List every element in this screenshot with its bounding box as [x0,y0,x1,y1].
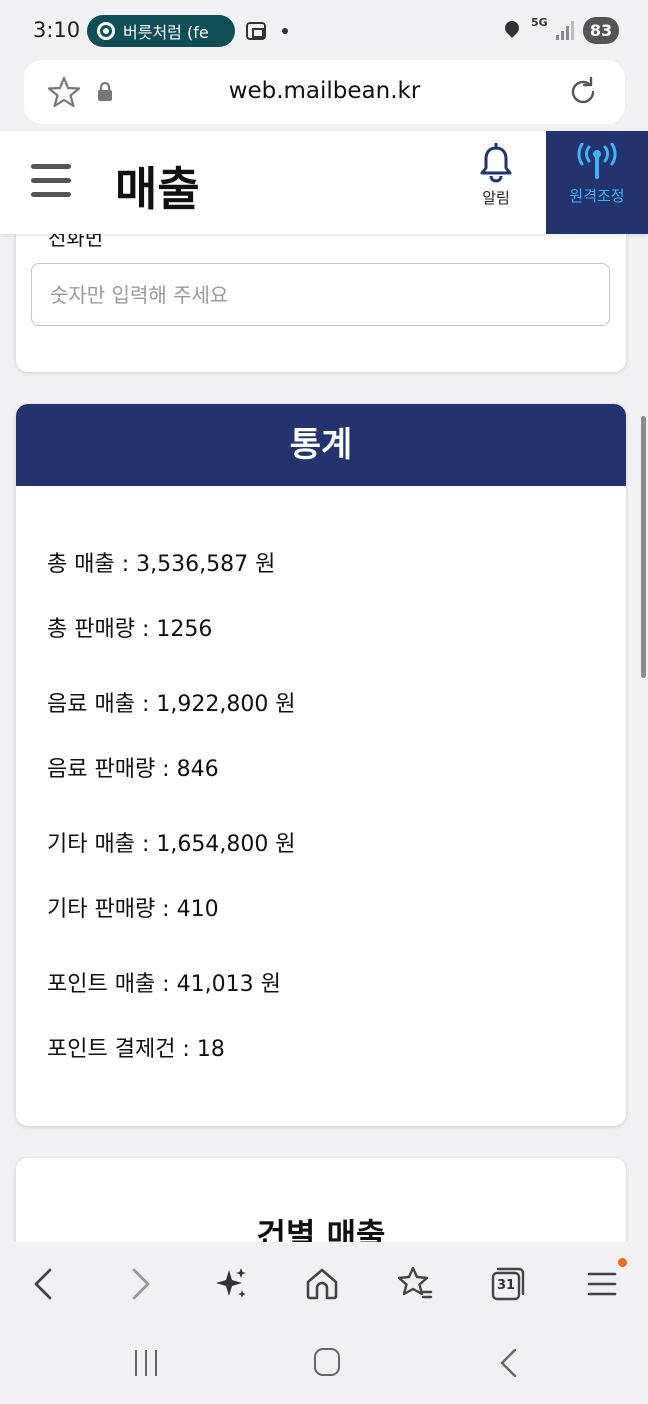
media-notification-text: 버릇처럼 (fe [123,23,209,42]
screen-capture-icon [246,22,266,40]
notifications-label: 알림 [482,189,510,207]
statistics-card: 통계 총 매출 : 3,536,587 원 총 판매량 : 1256 음료 매출… [16,404,626,1126]
signal-icon [556,20,576,40]
bookmark-star-icon[interactable] [393,1262,437,1306]
stat-beverage-sales: 음료 매출 : 1,922,800 원 [47,692,296,717]
stat-other-sales: 기타 매출 : 1,654,800 원 [47,832,296,857]
tabs-button[interactable]: 31 [486,1262,530,1306]
stat-total-sales: 총 매출 : 3,536,587 원 [47,552,276,577]
browser-toolbar: 31 [0,1242,648,1326]
music-icon [97,22,115,40]
stat-total-quantity: 총 판매량 : 1256 [47,617,213,642]
location-icon [502,18,522,38]
page-scrollbar[interactable] [641,416,646,678]
recent-apps-icon[interactable] [133,1350,159,1376]
media-notification-pill[interactable]: 버릇처럼 (fe [87,15,235,47]
back-icon[interactable] [22,1262,66,1306]
home-icon[interactable] [300,1262,344,1306]
reload-icon[interactable] [565,74,601,110]
more-notifications-dot-icon [282,28,288,34]
network-type-icon: 5G [531,16,548,29]
menu-notification-badge [618,1258,627,1267]
app-header: 매출 알림 원격조정 [0,131,648,234]
forward-icon[interactable] [118,1262,162,1306]
phone-number-input[interactable] [31,263,610,326]
antenna-icon [577,143,617,179]
stat-point-sales: 포인트 매출 : 41,013 원 [47,972,281,997]
menu-icon[interactable] [580,1262,624,1306]
remote-control-label: 원격조정 [569,187,625,205]
address-bar[interactable]: web.mailbean.kr [24,60,625,124]
home-button-icon[interactable] [314,1348,340,1376]
hamburger-menu-icon[interactable] [31,164,71,198]
statistics-title: 통계 [16,404,626,486]
url-text[interactable]: web.mailbean.kr [24,78,625,104]
status-bar: 3:10 버릇처럼 (fe 5G 83 [0,0,648,60]
page-title: 매출 [115,162,200,216]
system-navigation-bar [0,1326,648,1404]
status-time: 3:10 [33,18,81,42]
back-nav-icon[interactable] [497,1348,521,1378]
stat-beverage-quantity: 음료 판매량 : 846 [47,757,219,782]
remote-control-button[interactable]: 원격조정 [546,131,648,234]
stat-point-payments: 포인트 결제건 : 18 [47,1037,225,1062]
ai-sparkle-icon[interactable] [209,1262,253,1306]
battery-indicator: 83 [583,17,619,44]
stat-other-quantity: 기타 판매량 : 410 [47,897,219,922]
tab-count: 31 [497,1278,516,1293]
bell-icon [480,143,512,183]
notifications-button[interactable]: 알림 [468,143,524,223]
